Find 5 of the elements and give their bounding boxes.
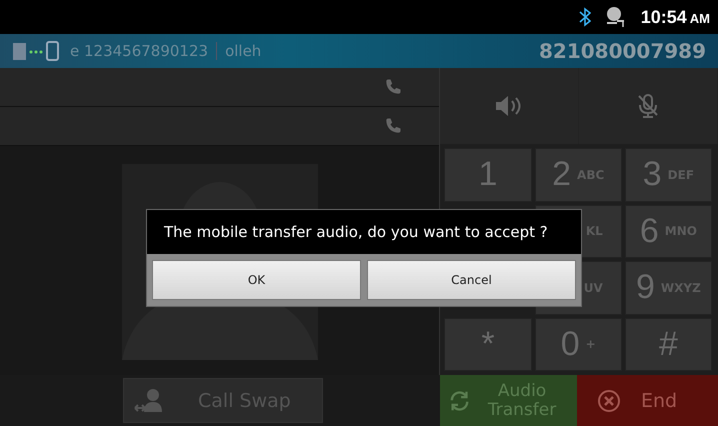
dialog-message: The mobile transfer audio, do you want to accept ? <box>147 210 581 254</box>
carrier-label: olleh <box>225 42 262 60</box>
line-label: e 1234567890123 <box>70 42 208 60</box>
phone-number: 821080007989 <box>539 39 706 63</box>
status-time: 10:54 AM <box>640 6 710 28</box>
